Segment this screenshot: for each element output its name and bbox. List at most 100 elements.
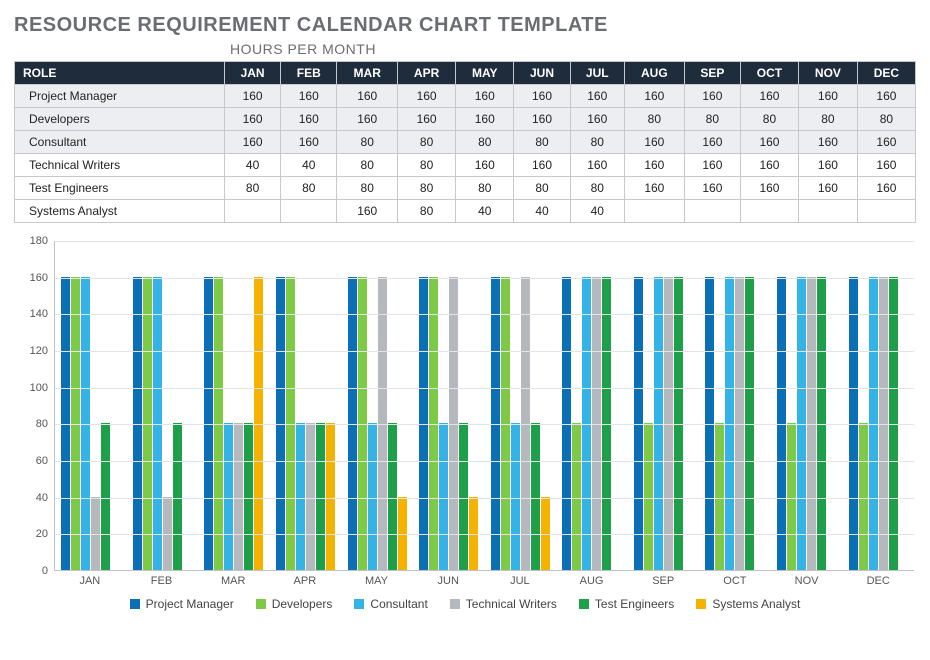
bar [521, 277, 530, 570]
value-cell: 160 [740, 85, 798, 108]
value-cell: 160 [225, 85, 281, 108]
value-cell [624, 200, 684, 223]
bar-group [127, 241, 199, 570]
bar [348, 277, 357, 570]
value-cell: 80 [337, 131, 398, 154]
bar [419, 277, 428, 570]
table-row: Test Engineers80808080808080160160160160… [15, 177, 916, 200]
y-tick-label: 140 [30, 308, 48, 320]
x-tick-label: JAN [54, 571, 126, 587]
bar [133, 277, 142, 570]
value-cell: 40 [514, 200, 570, 223]
legend-item: Developers [256, 597, 333, 611]
value-cell: 80 [337, 177, 398, 200]
bar-group [484, 241, 556, 570]
bar [286, 277, 295, 570]
bar [541, 497, 550, 570]
chart-legend: Project ManagerDevelopersConsultantTechn… [16, 597, 914, 611]
value-cell: 160 [798, 177, 857, 200]
y-tick-label: 0 [42, 565, 48, 577]
value-cell: 80 [514, 131, 570, 154]
value-cell: 160 [281, 108, 337, 131]
subtitle-row: HOURS PER MONTH [14, 39, 916, 61]
grid-line [55, 241, 914, 242]
legend-swatch [579, 599, 589, 609]
value-cell: 80 [456, 177, 514, 200]
col-header-month: FEB [281, 62, 337, 85]
value-cell: 160 [456, 154, 514, 177]
bar [705, 277, 714, 570]
bar-group [699, 241, 771, 570]
value-cell: 160 [857, 85, 915, 108]
value-cell [857, 200, 915, 223]
x-tick-label: JUL [484, 571, 556, 587]
value-cell: 40 [456, 200, 514, 223]
bar [777, 277, 786, 570]
chart-plot-area [54, 241, 914, 571]
bar [469, 497, 478, 570]
bar [674, 277, 683, 570]
bar-group [556, 241, 628, 570]
y-tick-label: 100 [30, 382, 48, 394]
bar [81, 277, 90, 570]
legend-label: Test Engineers [595, 597, 674, 611]
bar [592, 277, 601, 570]
bar [61, 277, 70, 570]
bar [817, 277, 826, 570]
grid-line [55, 534, 914, 535]
bar-group [771, 241, 843, 570]
value-cell [798, 200, 857, 223]
bar [582, 277, 591, 570]
bar-group [55, 241, 127, 570]
value-cell [225, 200, 281, 223]
value-cell: 80 [456, 131, 514, 154]
grid-line [55, 498, 914, 499]
value-cell: 80 [398, 154, 456, 177]
legend-swatch [450, 599, 460, 609]
grid-line [55, 314, 914, 315]
value-cell: 160 [624, 131, 684, 154]
value-cell: 160 [857, 177, 915, 200]
value-cell: 160 [337, 85, 398, 108]
value-cell: 160 [398, 108, 456, 131]
legend-label: Systems Analyst [712, 597, 800, 611]
bar [153, 277, 162, 570]
bar-group [270, 241, 342, 570]
value-cell [684, 200, 740, 223]
bar [491, 277, 500, 570]
role-cell: Consultant [15, 131, 225, 154]
bar [398, 497, 407, 570]
y-tick-label: 60 [36, 455, 48, 467]
bar [358, 277, 367, 570]
bar-group [842, 241, 914, 570]
table-row: Developers160160160160160160160808080808… [15, 108, 916, 131]
legend-swatch [354, 599, 364, 609]
value-cell: 80 [624, 108, 684, 131]
table-row: Project Manager1601601601601601601601601… [15, 85, 916, 108]
table-subtitle: HOURS PER MONTH [230, 39, 376, 61]
chart-x-axis: JANFEBMARAPRMAYJUNJULAUGSEPOCTNOVDEC [54, 571, 914, 587]
bar [654, 277, 663, 570]
col-header-month: NOV [798, 62, 857, 85]
bar [889, 277, 898, 570]
value-cell: 160 [514, 108, 570, 131]
value-cell: 160 [337, 200, 398, 223]
bar [91, 497, 100, 570]
y-tick-label: 120 [30, 345, 48, 357]
value-cell: 160 [456, 85, 514, 108]
value-cell [281, 200, 337, 223]
y-tick-label: 20 [36, 528, 48, 540]
bar [664, 277, 673, 570]
y-tick-label: 40 [36, 492, 48, 504]
value-cell: 160 [624, 85, 684, 108]
bar-group [198, 241, 270, 570]
table-row: Technical Writers40408080160160160160160… [15, 154, 916, 177]
bar-group [628, 241, 700, 570]
value-cell: 160 [684, 131, 740, 154]
resource-chart: 020406080100120140160180 JANFEBMARAPRMAY… [14, 241, 916, 611]
value-cell: 80 [225, 177, 281, 200]
bar [378, 277, 387, 570]
y-tick-label: 180 [30, 235, 48, 247]
value-cell: 80 [570, 177, 624, 200]
col-header-month: JAN [225, 62, 281, 85]
